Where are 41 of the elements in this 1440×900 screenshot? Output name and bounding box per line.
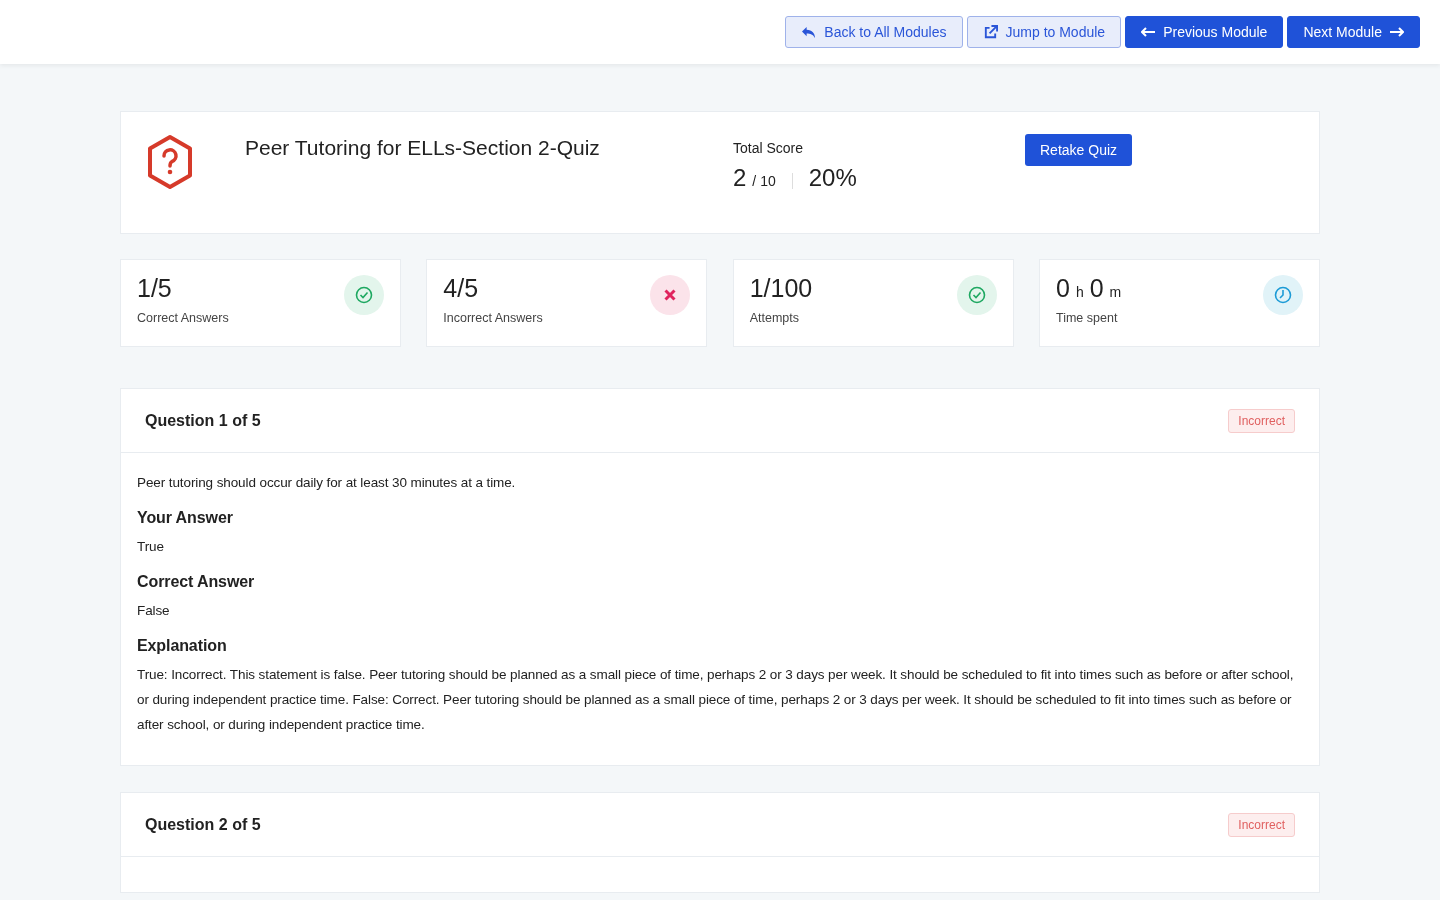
question-hexagon-icon xyxy=(145,134,195,190)
clock-icon xyxy=(1263,275,1303,315)
section-text: True: Incorrect. This statement is false. Peer tutoring should be planned as a small piece of time, perhaps 2 or 3 days per week. It should be scheduled to fit into times such as before or after school, or during independent practice time. False: Correct. Peer tutoring should be planned as a small piece of time, perhaps 2 or 3 days per week. It should be scheduled to fit into times such as before or after school, or during independent practice time. xyxy=(137,666,1295,734)
stat-value: 1/100 xyxy=(749,274,813,303)
stat-unit: m xyxy=(1109,284,1122,300)
check-circle-icon xyxy=(956,275,997,315)
stat-unit: h xyxy=(1075,284,1084,300)
stat-value: 0 xyxy=(1056,274,1070,303)
section-heading: Correct Answer xyxy=(137,572,256,592)
left-arrow-icon xyxy=(1141,27,1156,37)
stat-label: Time spent xyxy=(1056,311,1119,325)
stat-value: 4/5 xyxy=(443,274,479,303)
stat-label: Attempts xyxy=(749,311,800,325)
section-heading: Explanation xyxy=(137,636,228,656)
section-heading: Your Answer xyxy=(137,508,234,528)
back-button[interactable]: Back to All Modules xyxy=(785,16,963,48)
next-button[interactable]: Next Module xyxy=(1287,16,1420,48)
status-badge: Incorrect xyxy=(1228,812,1295,837)
close-icon xyxy=(650,275,691,315)
stat-label: Correct Answers xyxy=(137,311,229,325)
question-text: Peer tutoring should occur daily for at least 30 minutes at a time. xyxy=(137,474,517,492)
question-title: Question 1 of 5 xyxy=(145,411,261,430)
back-arrow-icon xyxy=(801,25,817,39)
status-badge: Incorrect xyxy=(1228,408,1295,433)
score-label: Total Score xyxy=(733,140,805,156)
right-arrow-icon xyxy=(1390,27,1404,37)
score-total: / 10 xyxy=(752,173,793,189)
previous-button[interactable]: Previous Module xyxy=(1125,16,1284,48)
stat-label: Incorrect Answers xyxy=(443,311,543,325)
quiz-title: Peer Tutoring for ELLs-Section 2-Quiz xyxy=(245,136,601,161)
score-percent: 20% xyxy=(808,164,857,192)
jump-button[interactable]: Jump to Module xyxy=(966,16,1122,48)
stat-value: 0 xyxy=(1089,274,1104,303)
stat-value: 1/5 xyxy=(137,274,172,303)
section-text: False xyxy=(137,602,171,620)
question-title: Question 2 of 5 xyxy=(145,815,261,834)
external-link-icon xyxy=(982,24,998,40)
section-text: True xyxy=(137,538,165,556)
score-value: 2 xyxy=(733,164,747,192)
retake-quiz-button[interactable]: Retake Quiz xyxy=(1025,134,1133,166)
check-circle-icon xyxy=(344,275,384,315)
